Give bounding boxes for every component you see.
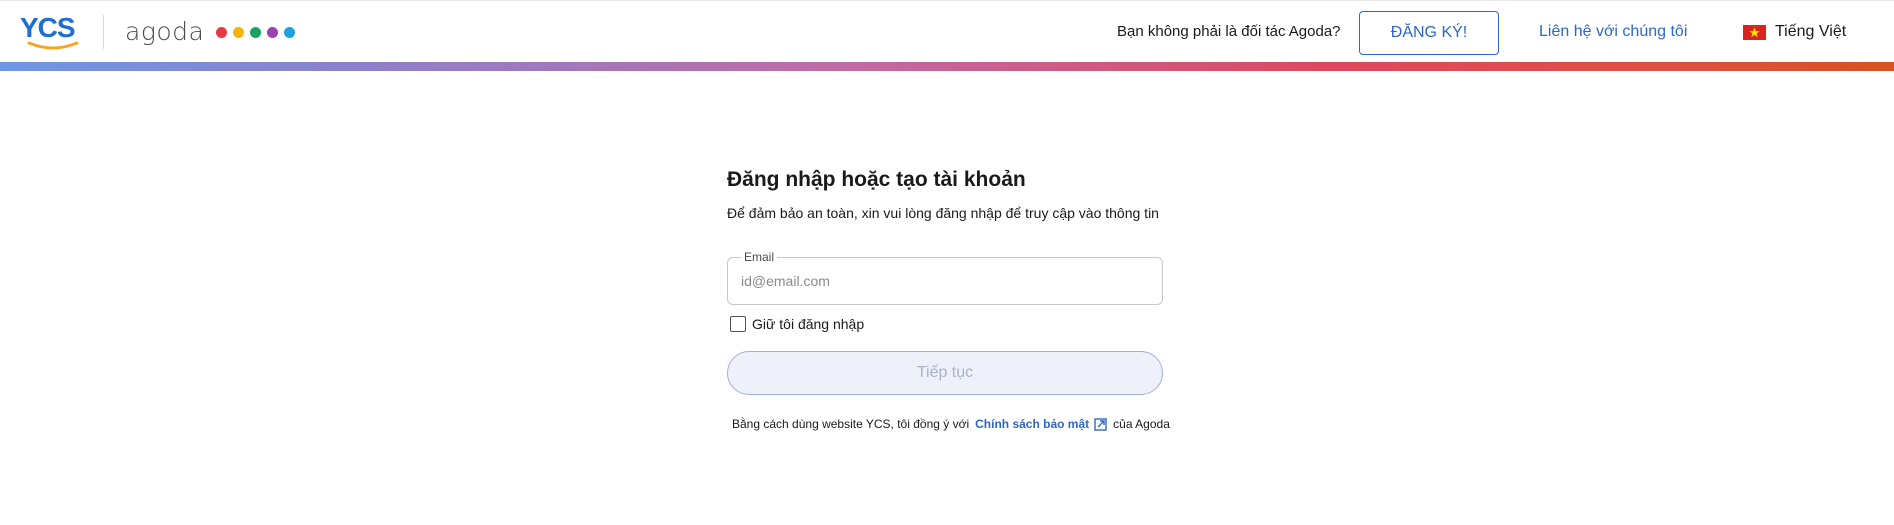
terms-prefix: Bằng cách dùng website YCS, tôi đồng ý v… [732, 417, 970, 431]
terms-text: Bằng cách dùng website YCS, tôi đồng ý v… [732, 417, 1170, 431]
email-label: Email [741, 250, 778, 264]
external-link-icon[interactable] [1094, 417, 1107, 431]
privacy-policy-link[interactable]: Chính sách bảo mật [975, 417, 1089, 431]
contact-us-link[interactable]: Liên hệ với chúng tôi [1539, 23, 1687, 41]
signup-button[interactable]: ĐĂNG KÝ! [1359, 11, 1499, 55]
language-selector[interactable]: Tiếng Việt [1743, 23, 1846, 41]
agoda-dot-purple [267, 26, 279, 38]
logo-divider [103, 15, 104, 49]
ycs-logo[interactable]: YCS [20, 12, 82, 50]
agoda-dot-blue [284, 26, 296, 38]
login-subtitle: Để đảm bảo an toàn, xin vui lòng đăng nh… [727, 205, 1159, 221]
continue-button[interactable]: Tiếp tục [727, 351, 1163, 395]
language-label: Tiếng Việt [1775, 23, 1847, 40]
vietnam-flag-icon [1743, 24, 1766, 40]
top-bar: YCS agoda Bạn không phải là đối tác Agod… [0, 0, 1894, 62]
email-input[interactable] [741, 270, 1141, 292]
agoda-dot-yellow [233, 26, 245, 38]
remember-me-label[interactable]: Giữ tôi đăng nhập [752, 316, 864, 332]
brand-gradient-strip [0, 62, 1894, 71]
remember-me-checkbox[interactable] [730, 316, 746, 332]
agoda-dot-red [216, 26, 228, 38]
agoda-logo-text: agoda [125, 16, 205, 46]
terms-suffix: của Agoda [1113, 417, 1170, 431]
ycs-logo-text: YCS [20, 12, 76, 43]
not-partner-text: Bạn không phải là đối tác Agoda? [1117, 23, 1341, 40]
agoda-dot-green [250, 26, 262, 38]
agoda-logo[interactable]: agoda [125, 14, 296, 48]
login-title: Đăng nhập hoặc tạo tài khoản [727, 168, 1026, 191]
agoda-dots [216, 26, 296, 38]
ycs-smile-icon [27, 41, 79, 50]
